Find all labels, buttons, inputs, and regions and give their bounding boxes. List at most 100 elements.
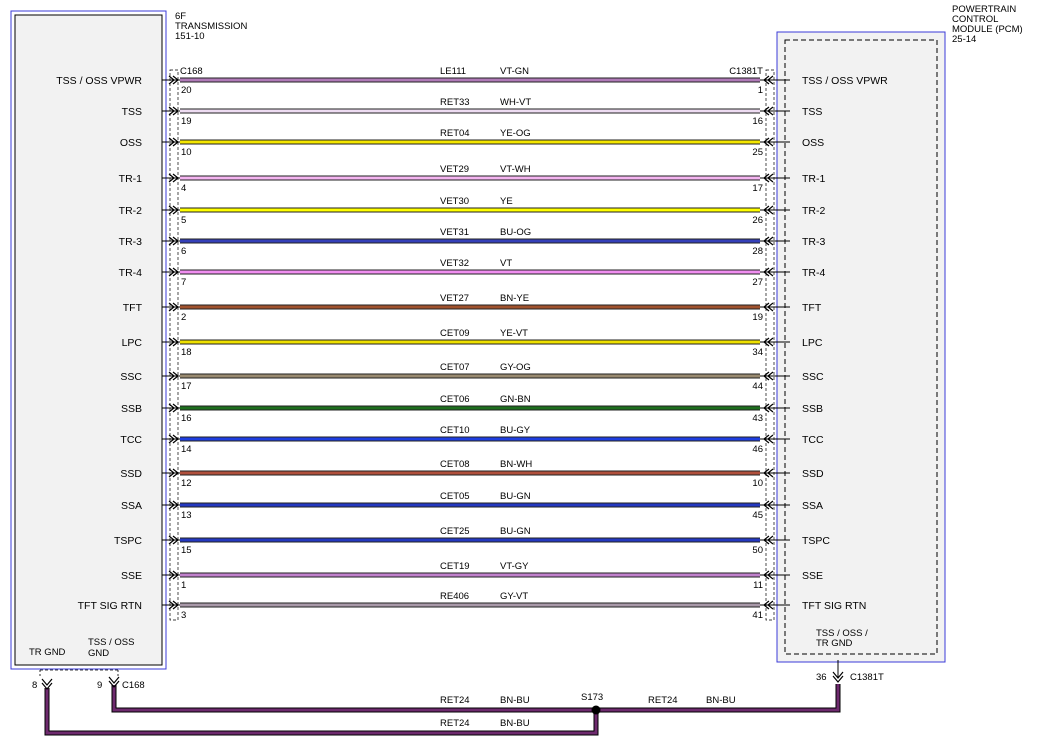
ground-pin-9-label: 9 [97, 680, 102, 691]
circuit-id: RE406 [440, 591, 469, 602]
circuit-id: CET05 [440, 491, 470, 502]
right-pin-number: 44 [752, 381, 763, 392]
splice-s173 [591, 705, 601, 715]
ground-upper-right-circuit: RET24 [648, 695, 678, 706]
circuit-row: SSE SSE1 11CET19 VT-GY [121, 561, 823, 591]
circuit-id: RET04 [440, 128, 470, 139]
circuit-row: SSC SSC 17 44 CET07 GY-OG [120, 362, 824, 392]
left-pin-name: LPC [122, 337, 143, 349]
wire-color-code: VT-GN [500, 66, 529, 77]
left-pin-name: TSPC [114, 535, 142, 547]
right-pin-number: 27 [752, 277, 763, 288]
ground-upper-right-color: BN-BU [706, 695, 736, 706]
right-pin-name: TR-2 [802, 205, 825, 217]
wire-color-code: YE-OG [500, 128, 531, 139]
circuit-row: TR-1 TR-1 4 17 VET29 VT-WH [119, 164, 826, 194]
wire-color-code: BU-OG [500, 227, 531, 238]
right-pin-name: SSE [802, 570, 823, 582]
circuit-id: CET09 [440, 328, 470, 339]
right-pin-name: SSB [802, 403, 823, 415]
right-pin-name: OSS [802, 137, 824, 149]
circuit-id: CET25 [440, 526, 470, 537]
right-pin-number: 10 [752, 478, 763, 489]
right-pin-name: TCC [802, 434, 824, 446]
left-pin-name: SSB [121, 403, 142, 415]
left-pin-name: TSS / OSS VPWR [56, 75, 142, 87]
left-pin-number: 14 [181, 444, 192, 455]
ground-pin-8-label: 8 [32, 680, 37, 691]
circuit-id: VET32 [440, 258, 469, 269]
left-pin-number: 4 [181, 183, 186, 194]
left-pin-number: 18 [181, 347, 192, 358]
circuit-id: VET31 [440, 227, 469, 238]
left-pin-number: 5 [181, 215, 186, 226]
circuit-row: LPC LPC 18 34 CET09 YE-VT [122, 328, 823, 358]
left-pin-number: 16 [181, 413, 192, 424]
wiring-diagram: 6F TRANSMISSION 151-10 C168 TR GND TSS /… [10, 4, 1023, 736]
left-pin-name: TR-3 [119, 236, 142, 248]
left-pin-name: TR-2 [119, 205, 142, 217]
right-pin-number: 43 [752, 413, 763, 424]
right-pin-number: 45 [752, 510, 763, 521]
wire-color-code: BU-GN [500, 526, 531, 537]
right-pin-number: 41 [752, 610, 763, 621]
wire-color-code: VT-GY [500, 561, 529, 572]
wire-color-code: GY-VT [500, 591, 528, 602]
left-pin-number: 13 [181, 510, 192, 521]
pcm-module: POWERTRAIN CONTROL MODULE (PCM) 25-14 C1… [729, 4, 1023, 663]
circuit-row: TR-3 TR-3 6 28 VET31 BU-OG [119, 227, 826, 257]
right-pin-number: 17 [752, 183, 763, 194]
wire-color-code: YE-VT [500, 328, 528, 339]
circuit-id: VET30 [440, 196, 469, 207]
circuit-row: TCC TCC 14 46 CET10 BU-GY [120, 425, 824, 455]
right-pin-name: TFT [802, 302, 822, 314]
circuit-id: RET33 [440, 97, 470, 108]
left-pin-name: SSA [121, 500, 142, 512]
transmission-connector-label: C168 [180, 66, 203, 77]
wire-color-code: BU-GN [500, 491, 531, 502]
wire-color-code: GN-BN [500, 394, 531, 405]
circuit-row: SSA SSA 13 45 CET05 BU-GN [121, 491, 823, 521]
transmission-title-line-3: 151-10 [175, 31, 205, 42]
pcm-title-line-4: 25-14 [952, 34, 976, 45]
right-pin-name: TR-4 [802, 267, 825, 279]
circuit-row: OSS OSS 10 25 RET04 YE-OG [120, 128, 824, 158]
left-pin-number: 7 [181, 277, 186, 288]
right-pin-number: 46 [752, 444, 763, 455]
right-pin-number: 28 [752, 246, 763, 257]
ground-lower-color: BN-BU [500, 718, 530, 729]
wire-color-code: BN-YE [500, 293, 529, 304]
circuit-id: CET10 [440, 425, 470, 436]
tr-gnd-label: TR GND [29, 647, 66, 658]
left-pin-number: 1 [181, 580, 186, 591]
right-pin-name: LPC [802, 337, 823, 349]
right-pin-name: TSS [802, 106, 822, 118]
left-pin-number: 3 [181, 610, 186, 621]
right-pin-number: 19 [752, 312, 763, 323]
right-pin-number: 11 [753, 580, 763, 591]
left-pin-number: 15 [181, 545, 192, 556]
left-pin-number: 10 [181, 147, 192, 158]
left-pin-name: TCC [120, 434, 142, 446]
circuit-id: LE111 [440, 66, 466, 77]
right-pin-name: TFT SIG RTN [802, 600, 866, 612]
circuit-id: CET08 [440, 459, 470, 470]
circuit-row: TFT SIG RTN TFT SIG RTN 3 41 RE406 GY-VT [78, 591, 867, 621]
right-pin-number: 16 [752, 116, 763, 127]
left-pin-name: SSD [120, 468, 142, 480]
right-pin-name: TSPC [802, 535, 830, 547]
ground-right-connector-label: C1381T [850, 672, 884, 683]
wire-color-code: VT [500, 258, 512, 269]
left-pin-number: 17 [181, 381, 192, 392]
left-pin-name: TFT [123, 302, 143, 314]
circuit-row: TR-4 TR-4 7 27 VET32 VT [119, 258, 826, 288]
circuit-row: TR-2 TR-2 5 26 VET30 YE [119, 196, 826, 226]
circuit-row: TSS TSS 19 16 RET33 WH-VT [122, 97, 823, 127]
ground-lower-circuit: RET24 [440, 718, 470, 729]
ground-pin-8-symbol [41, 678, 53, 690]
wire-color-code: VT-WH [500, 164, 531, 175]
circuit-row: SSB SSB 16 43 CET06 GN-BN [121, 394, 823, 424]
circuit-id: CET07 [440, 362, 470, 373]
right-pin-number: 1 [758, 85, 763, 96]
tss-oss-gnd-label-2: GND [88, 648, 109, 659]
